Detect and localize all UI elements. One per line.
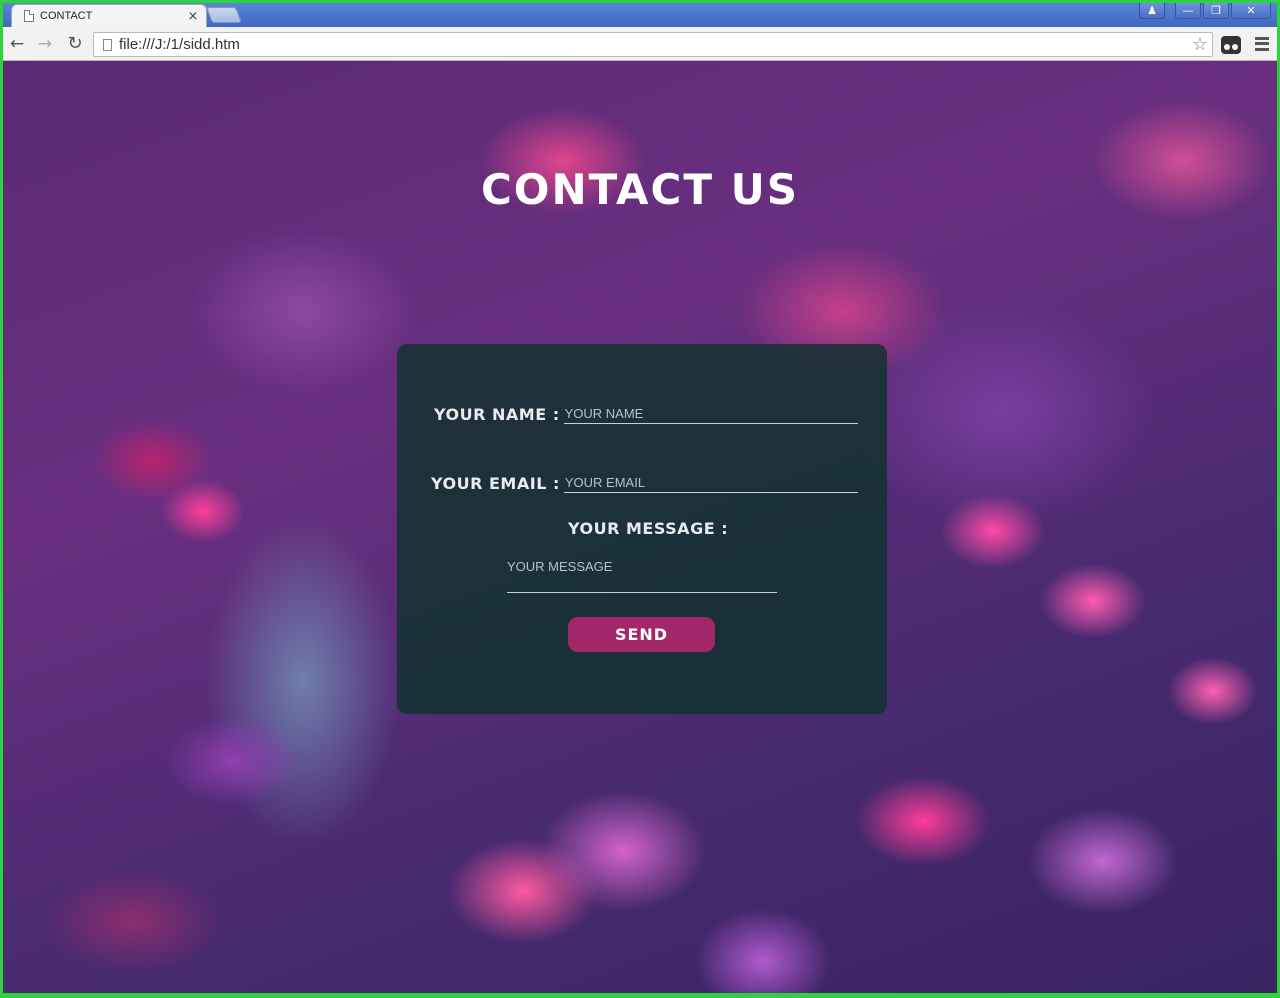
- forward-button[interactable]: →: [33, 33, 57, 55]
- back-button[interactable]: ←: [5, 33, 29, 55]
- extension-icon[interactable]: [1221, 36, 1241, 54]
- page-title: CONTACT US: [480, 165, 800, 214]
- close-window-button[interactable]: ✕: [1231, 3, 1271, 19]
- browser-tab[interactable]: CONTACT ×: [11, 4, 207, 27]
- contact-form: YOUR NAME : YOUR EMAIL : YOUR MESSAGE : …: [397, 344, 887, 714]
- email-label: YOUR EMAIL :: [431, 474, 560, 493]
- bookmark-star-icon[interactable]: ☆: [1192, 34, 1208, 55]
- user-profile-icon[interactable]: ♟: [1139, 3, 1165, 19]
- tab-strip: CONTACT × ♟ — ❐ ✕: [3, 3, 1277, 27]
- message-input[interactable]: [507, 557, 777, 593]
- url-text[interactable]: file:///J:/1/sidd.htm: [119, 36, 1192, 53]
- minimize-button[interactable]: —: [1175, 3, 1201, 19]
- address-bar[interactable]: file:///J:/1/sidd.htm ☆: [93, 32, 1213, 57]
- name-row: YOUR NAME :: [434, 404, 858, 424]
- message-label: YOUR MESSAGE :: [568, 519, 729, 538]
- menu-icon[interactable]: [1255, 36, 1269, 52]
- new-tab-button[interactable]: [206, 7, 242, 23]
- window-controls: ♟ — ❐ ✕: [1139, 3, 1271, 21]
- email-input[interactable]: [563, 473, 858, 493]
- page-viewport: CONTACT US YOUR NAME : YOUR EMAIL : YOUR…: [3, 61, 1277, 993]
- reload-button[interactable]: ↻: [63, 33, 87, 55]
- tab-close-icon[interactable]: ×: [184, 9, 202, 24]
- email-row: YOUR EMAIL :: [431, 473, 858, 493]
- name-input[interactable]: [563, 404, 858, 424]
- browser-window: CONTACT × ♟ — ❐ ✕ ← → ↻ file:///J:/1/sid…: [3, 3, 1277, 993]
- send-button[interactable]: SEND: [568, 617, 715, 652]
- restore-button[interactable]: ❐: [1203, 3, 1229, 19]
- name-label: YOUR NAME :: [434, 405, 560, 424]
- page-icon: [103, 38, 112, 51]
- tab-title: CONTACT: [40, 10, 93, 22]
- browser-toolbar: ← → ↻ file:///J:/1/sidd.htm ☆: [3, 27, 1277, 61]
- page-icon: [24, 10, 34, 22]
